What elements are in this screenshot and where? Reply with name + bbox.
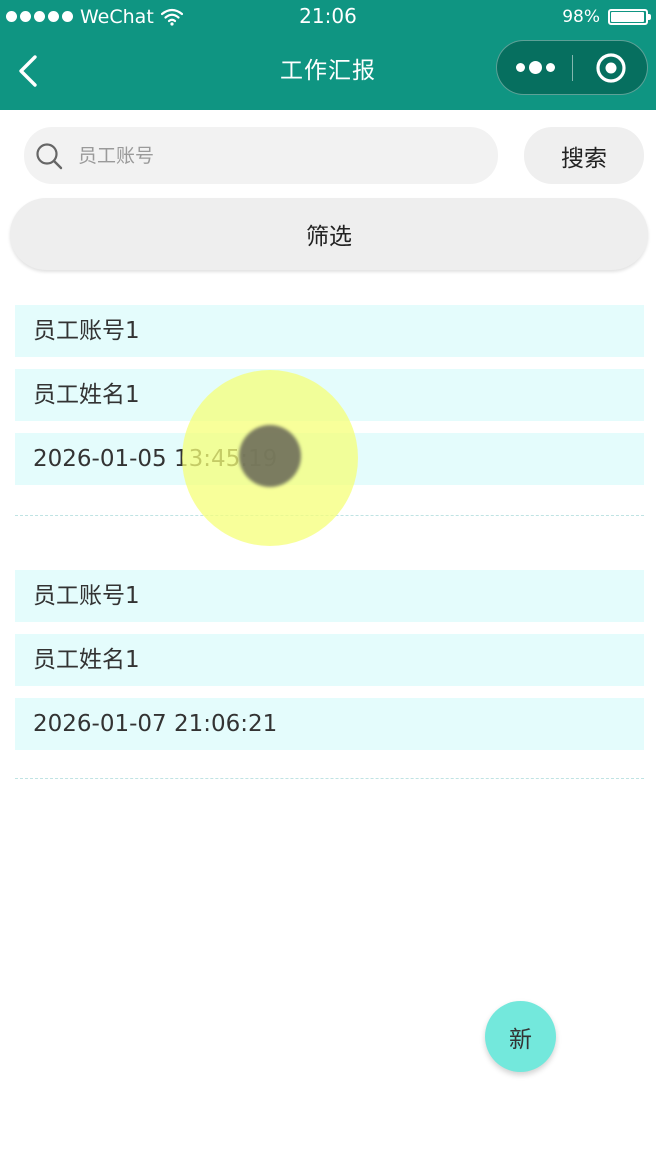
report-time: 2026-01-07 21:06:21 [15,698,644,750]
report-name: 员工姓名1 [15,369,644,421]
more-icon [515,63,525,72]
more-button[interactable] [497,41,573,94]
search-input[interactable] [78,127,478,184]
report-divider [15,778,644,779]
new-report-button[interactable]: 新 [485,1001,556,1072]
battery-level-fill [611,11,645,22]
more-icon-dot [545,63,555,72]
close-mini-program-button[interactable] [573,41,649,94]
report-divider [15,515,644,516]
search-icon [36,143,63,170]
search-button[interactable]: 搜索 [524,127,644,184]
status-time: 21:06 [299,4,357,28]
status-bar: WeChat 21:06 98% [0,0,656,33]
report-name: 员工姓名1 [15,634,644,686]
search-box [24,127,498,184]
mini-program-capsule [496,40,648,95]
close-mini-program-icon [596,52,626,83]
more-icon-dot [528,61,542,74]
report-account: 员工账号1 [15,305,644,357]
status-right: 98% [562,0,651,33]
battery-icon [608,8,651,25]
report-account: 员工账号1 [15,570,644,622]
filter-button[interactable]: 筛选 [10,198,648,270]
battery-percent: 98% [562,6,600,27]
nav-bar: 工作汇报 [0,33,656,110]
report-time: 2026-01-05 13:45:19 [15,433,644,485]
